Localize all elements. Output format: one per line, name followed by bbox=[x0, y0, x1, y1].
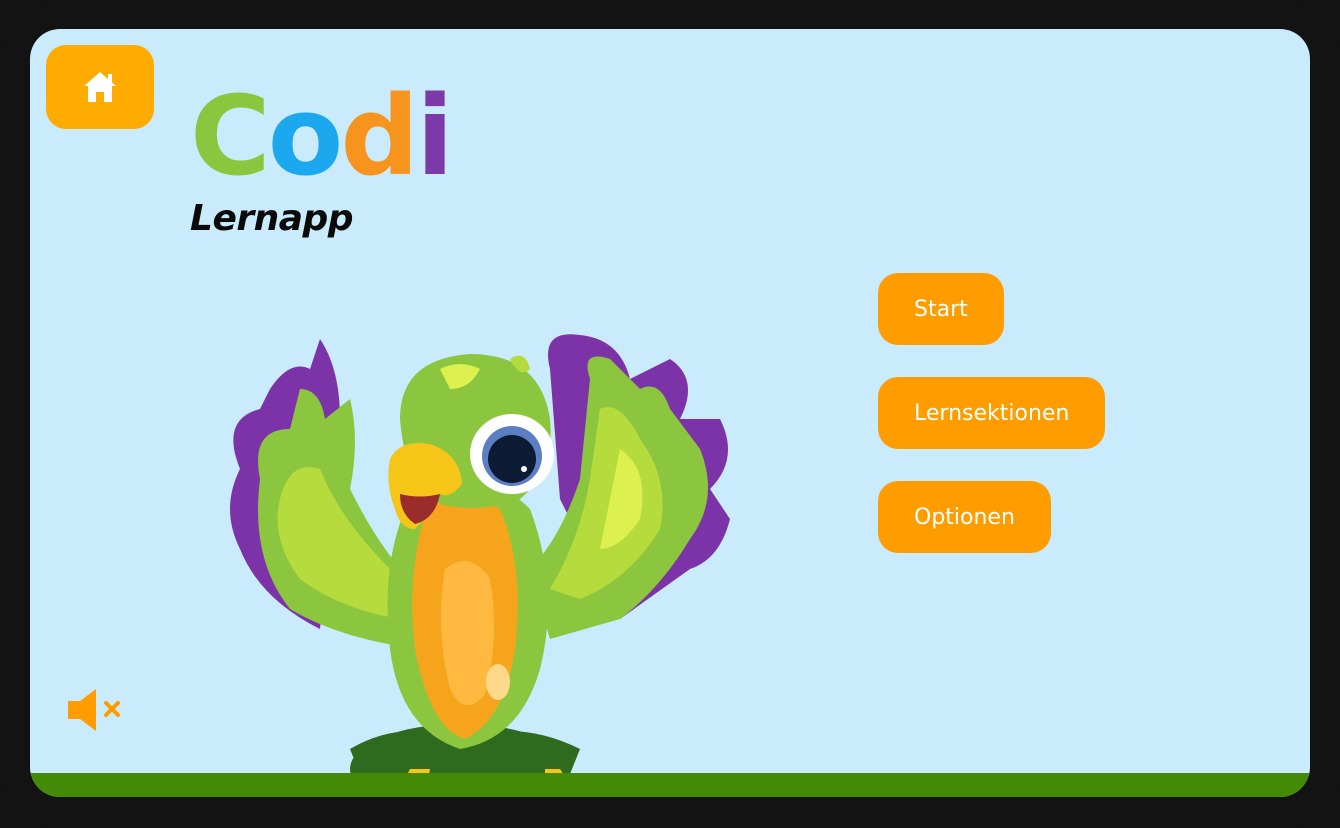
speaker-muted-icon bbox=[68, 689, 120, 731]
logo-letter-o: o bbox=[267, 72, 344, 200]
logo-letter-c: C bbox=[190, 72, 271, 200]
home-icon bbox=[84, 72, 116, 102]
start-button[interactable]: Start bbox=[878, 273, 1004, 345]
logo-letter-d: d bbox=[340, 72, 419, 200]
mute-toggle-button[interactable] bbox=[66, 685, 126, 735]
logo-subtitle: Lernapp bbox=[190, 198, 354, 239]
options-button[interactable]: Optionen bbox=[878, 481, 1051, 553]
device-frame: Codi Lernapp Start Lernsektionen Optione… bbox=[0, 0, 1340, 828]
grass-ground bbox=[30, 773, 1310, 797]
home-button[interactable] bbox=[46, 45, 154, 129]
parrot-mascot bbox=[230, 334, 730, 797]
app-logo: Codi Lernapp bbox=[190, 81, 460, 251]
logo-letter-i: i bbox=[416, 72, 454, 200]
app-screen: Codi Lernapp Start Lernsektionen Optione… bbox=[30, 29, 1310, 797]
learning-sections-button[interactable]: Lernsektionen bbox=[878, 377, 1106, 449]
main-menu: Start Lernsektionen Optionen bbox=[878, 273, 1106, 585]
logo-title: Codi bbox=[190, 72, 454, 200]
